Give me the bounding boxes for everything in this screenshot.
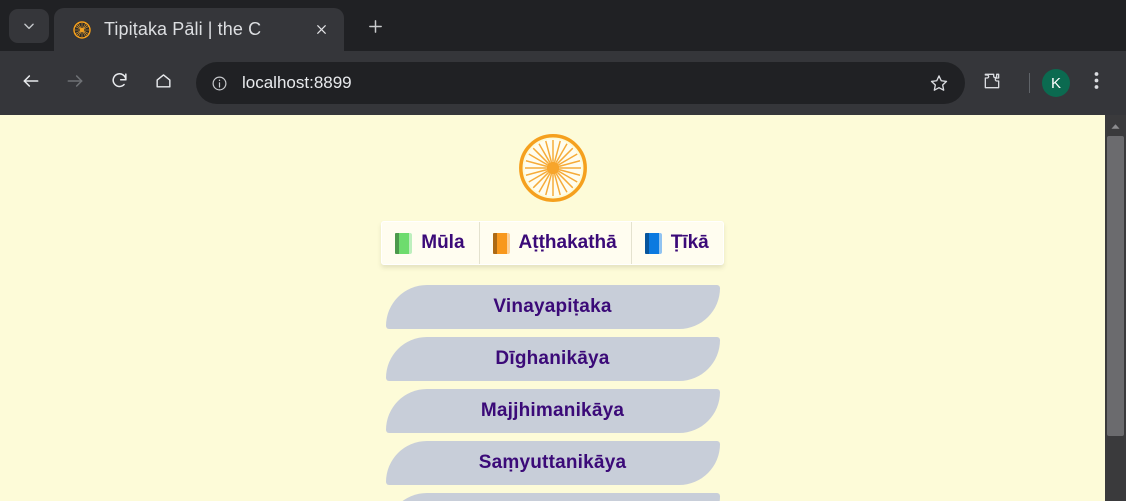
extensions-button[interactable] [973, 64, 1011, 102]
reload-icon [110, 71, 129, 95]
back-arrow-icon [21, 71, 41, 96]
three-dot-menu-icon [1094, 71, 1099, 95]
page-viewport: Mūla Aṭṭhakathā Ṭīkā Vinayapiṭaka Dīghan… [0, 115, 1105, 501]
tab-tika-label: Ṭīkā [670, 232, 709, 253]
dharma-wheel-favicon [72, 20, 92, 40]
info-circle-icon[interactable] [202, 66, 236, 100]
forward-arrow-icon [65, 71, 85, 96]
toolbar-right-group: K [973, 64, 1114, 102]
browser-tab-active[interactable]: Tipiṭaka Pāli | the C [54, 8, 344, 51]
list-item-label: Majjhimanikāya [480, 400, 625, 421]
browser-toolbar: localhost:8899 K [0, 51, 1126, 115]
home-button[interactable] [144, 64, 182, 102]
scroll-up-button[interactable] [1105, 115, 1126, 136]
list-item[interactable]: Saṃyuttanikāya [385, 441, 720, 485]
reload-button[interactable] [100, 64, 138, 102]
address-bar[interactable]: localhost:8899 [196, 62, 965, 104]
list-item[interactable]: Dīghanikāya [385, 337, 720, 381]
list-item[interactable]: Vinayapiṭaka [385, 285, 720, 329]
orange-book-icon [492, 232, 510, 254]
tab-tika[interactable]: Ṭīkā [632, 222, 723, 264]
tab-search-button[interactable] [9, 9, 49, 43]
tab-mula-label: Mūla [421, 232, 465, 253]
puzzle-piece-icon [982, 71, 1002, 96]
url-text[interactable]: localhost:8899 [242, 73, 921, 93]
close-icon[interactable] [308, 17, 334, 43]
green-book-icon [395, 232, 413, 254]
tab-mula[interactable]: Mūla [382, 222, 480, 264]
tab-atthakatha[interactable]: Aṭṭhakathā [480, 222, 632, 264]
blue-book-icon [644, 232, 662, 254]
list-item-label: Saṃyuttanikāya [478, 452, 627, 473]
chevron-down-icon [22, 19, 36, 33]
pitaka-tab-bar: Mūla Aṭṭhakathā Ṭīkā [381, 221, 724, 265]
scrollbar-track[interactable] [1105, 136, 1126, 501]
browser-window: Tipiṭaka Pāli | the C localhost:8899 K M… [0, 0, 1126, 501]
list-item[interactable]: Majjhimanikāya [385, 389, 720, 433]
list-item-label: Dīghanikāya [495, 348, 610, 369]
page-content: Mūla Aṭṭhakathā Ṭīkā Vinayapiṭaka Dīghan… [0, 115, 1105, 501]
collection-list: Vinayapiṭaka Dīghanikāya Majjhimanikāya … [0, 285, 1105, 501]
dharma-wheel-icon [518, 133, 588, 203]
scroll-up-arrow-icon [1111, 117, 1120, 135]
scrollbar-thumb[interactable] [1107, 136, 1124, 436]
list-item-label: Vinayapiṭaka [493, 296, 612, 317]
page-scrollbar[interactable] [1105, 115, 1126, 501]
list-item[interactable]: Aṅguttaranikāya [385, 493, 720, 501]
browser-tab-strip: Tipiṭaka Pāli | the C [0, 0, 1126, 51]
forward-button[interactable] [56, 64, 94, 102]
home-icon [154, 71, 173, 95]
star-icon[interactable] [921, 65, 957, 101]
toolbar-divider [1029, 73, 1030, 93]
tab-atthakatha-label: Aṭṭhakathā [518, 232, 617, 253]
plus-icon [367, 18, 384, 40]
new-tab-button[interactable] [358, 12, 392, 46]
avatar[interactable]: K [1042, 69, 1070, 97]
back-button[interactable] [12, 64, 50, 102]
browser-menu-button[interactable] [1078, 65, 1114, 101]
